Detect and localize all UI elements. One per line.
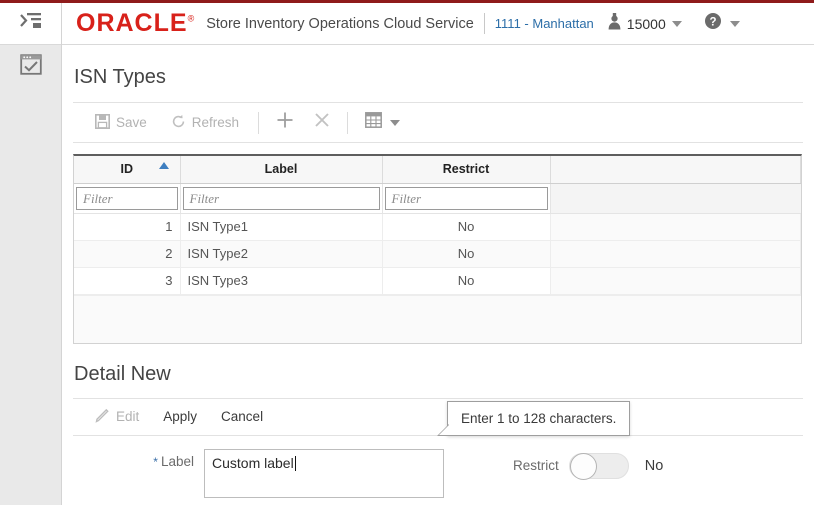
filter-input-restrict[interactable]: Filter bbox=[384, 186, 548, 210]
filter-input-id[interactable]: Filter bbox=[76, 186, 178, 210]
column-header-label[interactable]: Label bbox=[180, 156, 383, 184]
store-selector-link[interactable]: 1111 - Manhattan bbox=[495, 16, 594, 31]
label-field-caption: * Label bbox=[73, 449, 194, 469]
oracle-logo: ORACLE® bbox=[76, 11, 195, 36]
save-disk-icon bbox=[95, 113, 110, 132]
save-button-label: Save bbox=[116, 115, 147, 130]
page-title: Store Inventory Operations Cloud Service bbox=[206, 15, 474, 32]
svg-text:?: ? bbox=[709, 16, 716, 28]
main-content: ISN Types Save Refresh ID Label Restrict… bbox=[62, 45, 814, 505]
toolbar-divider bbox=[258, 111, 260, 134]
oracle-logo-mark: ® bbox=[187, 13, 196, 24]
help-menu[interactable]: ? bbox=[704, 12, 740, 35]
left-rail bbox=[0, 3, 62, 505]
chevron-down-icon[interactable] bbox=[729, 20, 740, 27]
column-header-restrict-text: Restrict bbox=[442, 162, 490, 177]
cell-label: ISN Type1 bbox=[180, 213, 383, 241]
cell-restrict: No bbox=[382, 213, 551, 241]
table-empty-area bbox=[74, 294, 801, 343]
restrict-toggle[interactable] bbox=[568, 452, 629, 480]
required-marker: * bbox=[153, 454, 158, 469]
user-menu[interactable]: 15000 bbox=[608, 12, 682, 35]
detail-heading: Detail New bbox=[74, 362, 171, 385]
label-input-value: Custom label bbox=[212, 454, 294, 471]
filter-input-label[interactable]: Filter bbox=[182, 186, 380, 210]
apply-button[interactable]: Apply bbox=[151, 405, 209, 428]
cell-label: ISN Type2 bbox=[180, 240, 383, 268]
column-header-label-text: Label bbox=[264, 162, 298, 177]
cell-spacer bbox=[550, 213, 801, 241]
cell-id: 2 bbox=[74, 240, 181, 268]
header-divider bbox=[483, 13, 485, 34]
restrict-value: No bbox=[644, 457, 664, 474]
edit-button[interactable]: Edit bbox=[83, 404, 151, 430]
task-window-icon bbox=[19, 54, 42, 80]
table-toolbar: Save Refresh bbox=[73, 102, 803, 143]
label-input[interactable]: Custom label bbox=[204, 448, 444, 498]
refresh-button[interactable]: Refresh bbox=[159, 110, 251, 136]
text-cursor bbox=[294, 455, 296, 471]
plus-icon bbox=[276, 111, 294, 134]
validation-tooltip: Enter 1 to 128 characters. bbox=[436, 401, 631, 436]
add-row-button[interactable] bbox=[266, 108, 304, 137]
sort-ascending-icon[interactable] bbox=[158, 162, 169, 169]
restrict-field: Restrict No bbox=[513, 449, 664, 480]
oracle-logo-text: ORACLE bbox=[76, 9, 188, 37]
filter-cell-spacer bbox=[550, 183, 801, 214]
table-row[interactable]: 1 ISN Type1 No bbox=[74, 213, 801, 241]
isn-types-table: ID Label Restrict Filter Filter Filter 1… bbox=[73, 154, 802, 344]
view-options-button[interactable] bbox=[355, 109, 410, 136]
chevron-down-icon[interactable] bbox=[390, 119, 401, 126]
toggle-knob bbox=[569, 452, 597, 480]
toolbar-divider bbox=[347, 111, 349, 134]
filter-row: Filter Filter Filter bbox=[74, 183, 801, 214]
isn-types-heading: ISN Types bbox=[74, 66, 166, 88]
restrict-caption: Restrict bbox=[513, 458, 559, 473]
column-header-id[interactable]: ID bbox=[74, 156, 181, 184]
column-header-spacer bbox=[550, 156, 801, 184]
cell-restrict: No bbox=[382, 267, 551, 295]
pencil-icon bbox=[95, 408, 110, 426]
refresh-icon bbox=[171, 114, 186, 132]
cancel-button-label: Cancel bbox=[221, 409, 264, 424]
cell-spacer bbox=[550, 240, 801, 268]
application-window: ORACLE® Store Inventory Operations Cloud… bbox=[0, 0, 814, 505]
cell-restrict: No bbox=[382, 240, 551, 268]
menu-collapse-icon bbox=[19, 12, 42, 35]
apply-button-label: Apply bbox=[163, 409, 198, 424]
grid-view-icon bbox=[365, 112, 383, 133]
user-icon bbox=[608, 12, 621, 35]
cell-label: ISN Type3 bbox=[180, 267, 383, 295]
table-row[interactable]: 2 ISN Type2 No bbox=[74, 240, 801, 268]
filter-cell-label: Filter bbox=[180, 183, 383, 214]
cell-id: 1 bbox=[74, 213, 181, 241]
cell-spacer bbox=[550, 267, 801, 295]
save-button[interactable]: Save bbox=[83, 110, 159, 136]
column-header-restrict[interactable]: Restrict bbox=[382, 156, 551, 184]
chevron-down-icon[interactable] bbox=[671, 20, 682, 27]
edit-button-label: Edit bbox=[116, 409, 140, 424]
sidebar-item-tasks[interactable] bbox=[0, 45, 61, 89]
menu-toggle-button[interactable] bbox=[0, 3, 61, 45]
filter-cell-restrict: Filter bbox=[382, 183, 551, 214]
column-header-id-label: ID bbox=[120, 162, 134, 177]
detail-form: * Label Custom label Restrict No bbox=[73, 436, 803, 498]
cell-id: 3 bbox=[74, 267, 181, 295]
table-header-row: ID Label Restrict bbox=[74, 156, 801, 184]
help-icon: ? bbox=[704, 12, 722, 35]
app-header: ORACLE® Store Inventory Operations Cloud… bbox=[62, 3, 814, 45]
delete-row-button[interactable] bbox=[304, 109, 340, 136]
filter-cell-id: Filter bbox=[74, 183, 181, 214]
refresh-button-label: Refresh bbox=[191, 115, 240, 130]
label-caption-text: Label bbox=[160, 453, 194, 469]
user-id-label: 15000 bbox=[626, 15, 666, 32]
close-x-icon bbox=[314, 112, 330, 133]
table-row[interactable]: 3 ISN Type3 No bbox=[74, 267, 801, 295]
cancel-button[interactable]: Cancel bbox=[209, 405, 275, 428]
